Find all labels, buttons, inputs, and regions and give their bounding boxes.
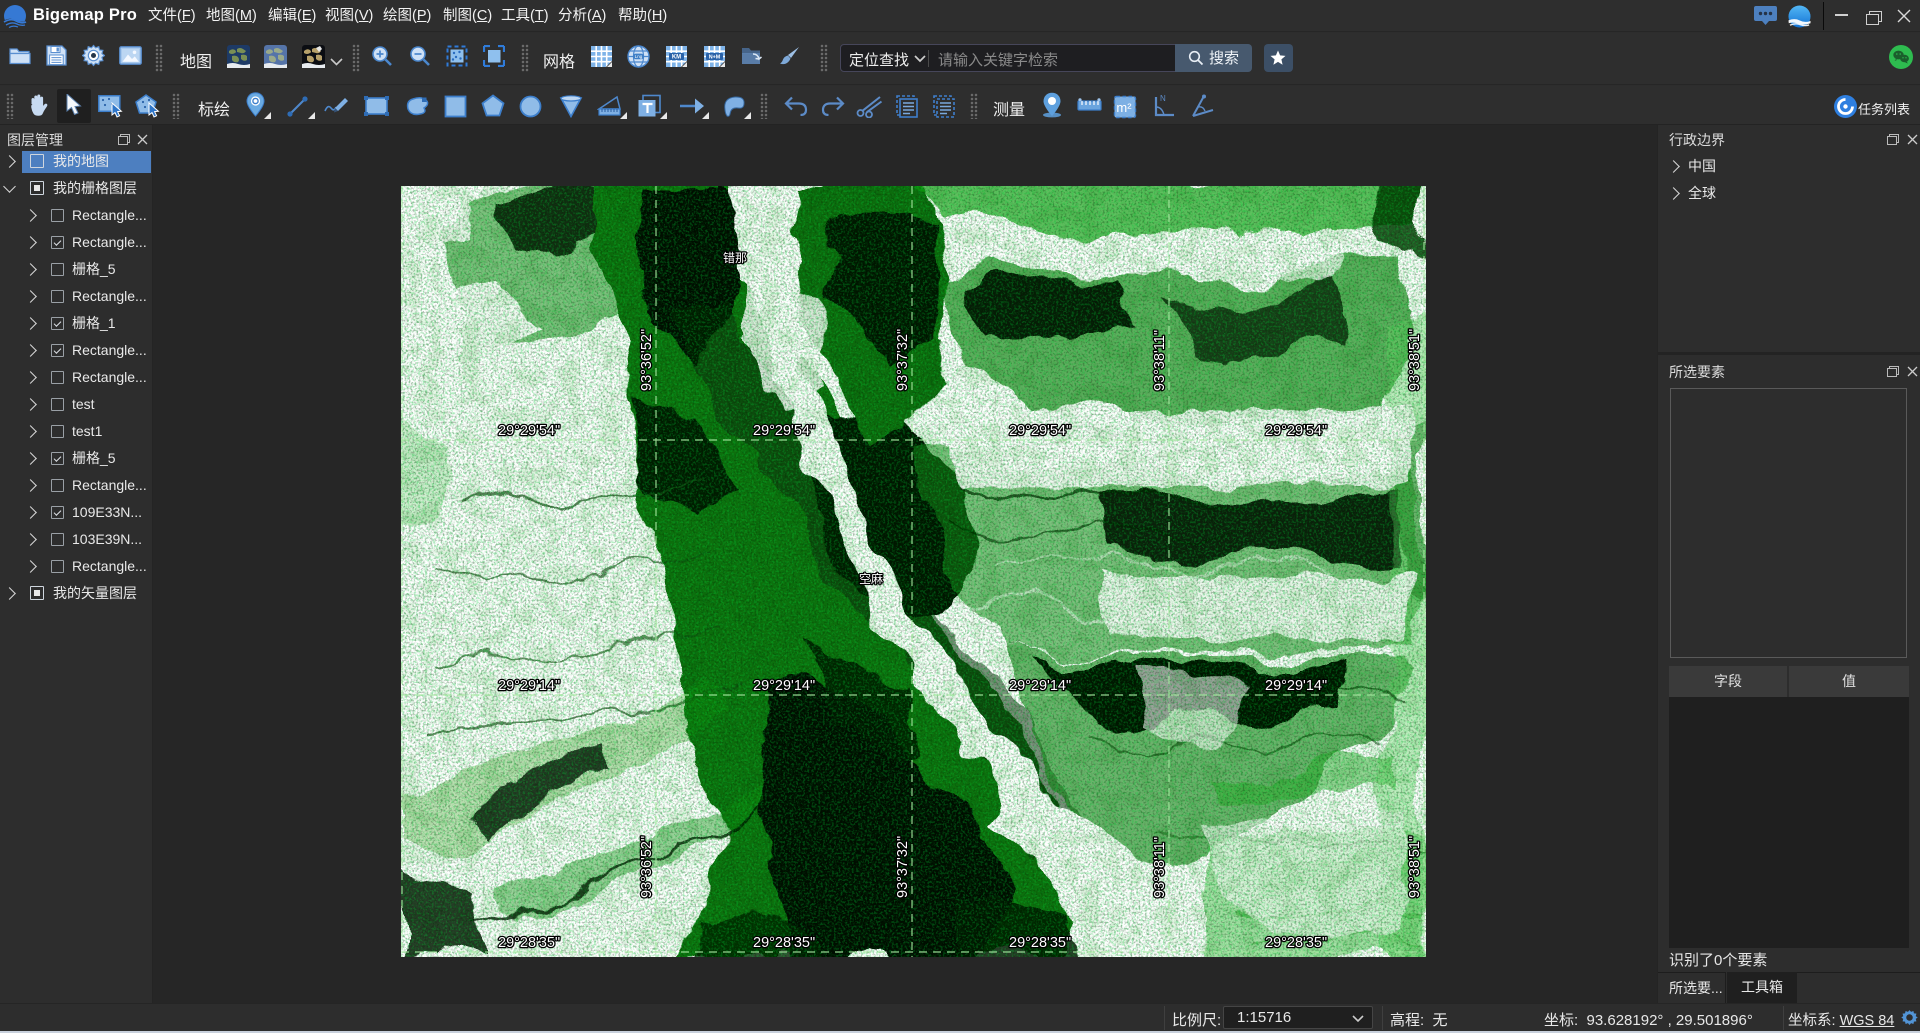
svg-text:93°37'32": 93°37'32"	[895, 836, 911, 898]
svg-text:93°37'32": 93°37'32"	[895, 329, 911, 391]
svg-text:93°38'11": 93°38'11"	[1152, 330, 1168, 391]
svg-text:29°29'54": 29°29'54"	[1265, 423, 1327, 439]
svg-text:29°29'14": 29°29'14"	[1265, 678, 1327, 694]
svg-text:29°29'54": 29°29'54"	[498, 423, 560, 439]
svg-text:29°28'35": 29°28'35"	[1009, 935, 1071, 951]
svg-text:29°28'35": 29°28'35"	[753, 935, 815, 951]
svg-text:29°28'35": 29°28'35"	[1265, 935, 1327, 951]
svg-text:93°36'52": 93°36'52"	[639, 836, 655, 898]
svg-text:m²: m²	[1116, 100, 1132, 115]
svg-text:错那: 错那	[723, 251, 747, 265]
svg-text:93°38'11": 93°38'11"	[1152, 837, 1168, 898]
svg-text:93°38'51": 93°38'51"	[1407, 836, 1423, 898]
svg-text:29°28'35": 29°28'35"	[498, 935, 560, 951]
svg-text:29°29'14": 29°29'14"	[498, 678, 560, 694]
svg-text:29°29'54": 29°29'54"	[1009, 423, 1071, 439]
svg-text:93°38'51": 93°38'51"	[1407, 329, 1423, 391]
svg-text:29°29'14": 29°29'14"	[1009, 678, 1071, 694]
svg-text:空麻: 空麻	[859, 571, 883, 586]
svg-text:29°29'54": 29°29'54"	[753, 423, 815, 439]
svg-text:N: N	[1160, 94, 1166, 103]
svg-text:Lng: Lng	[635, 54, 643, 59]
svg-text:93°36'52": 93°36'52"	[639, 329, 655, 391]
svg-text:N+M: N+M	[709, 55, 721, 61]
svg-text:KM: KM	[672, 55, 681, 61]
svg-text:29°29'14": 29°29'14"	[753, 678, 815, 694]
